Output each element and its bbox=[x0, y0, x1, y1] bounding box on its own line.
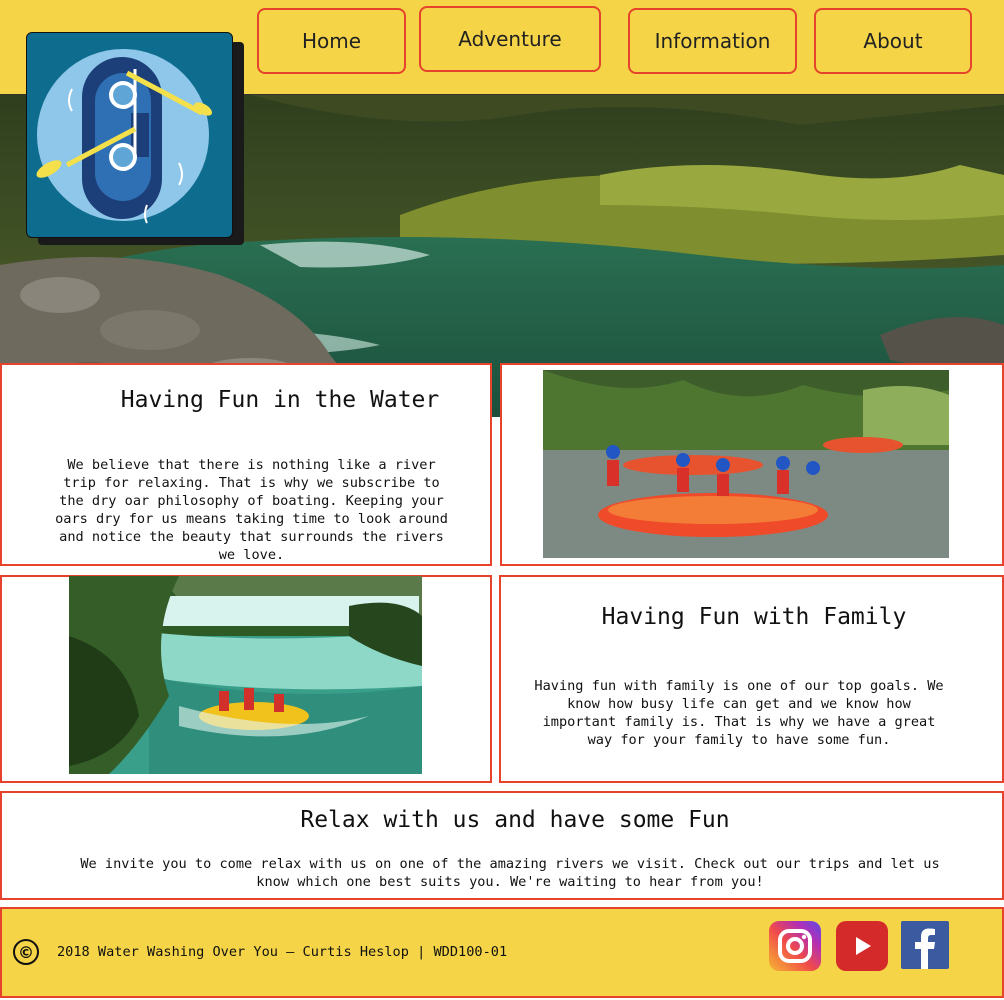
nav-information-button[interactable]: Information bbox=[628, 8, 797, 74]
section-title-water: Having Fun in the Water bbox=[120, 387, 440, 413]
instagram-icon[interactable] bbox=[769, 921, 821, 971]
site-logo[interactable] bbox=[26, 32, 233, 238]
youtube-icon[interactable] bbox=[836, 921, 888, 971]
rafting-group-photo bbox=[543, 370, 949, 558]
section-body-water: We believe that there is nothing like a … bbox=[55, 457, 448, 563]
facebook-icon[interactable] bbox=[901, 921, 949, 969]
footer-copyright-text: 2018 Water Washing Over You – Curtis Hes… bbox=[57, 944, 508, 960]
section-body-relax: We invite you to come relax with us on o… bbox=[80, 856, 940, 890]
section-title-relax: Relax with us and have some Fun bbox=[300, 807, 730, 833]
nav-about-button[interactable]: About bbox=[814, 8, 972, 74]
nav-home-button[interactable]: Home bbox=[257, 8, 406, 74]
nav-adventure-label: Adventure bbox=[458, 27, 562, 51]
nav-adventure-button[interactable]: Adventure bbox=[419, 6, 601, 72]
copyright-icon: © bbox=[13, 939, 39, 965]
waterfall-rafting-photo bbox=[69, 576, 422, 774]
nav-home-label: Home bbox=[301, 29, 362, 53]
nav-information-label: Information bbox=[654, 29, 771, 53]
section-body-family: Having fun with family is one of our top… bbox=[534, 678, 944, 748]
section-title-family: Having Fun with Family bbox=[601, 604, 907, 630]
nav-about-label: About bbox=[863, 29, 923, 53]
